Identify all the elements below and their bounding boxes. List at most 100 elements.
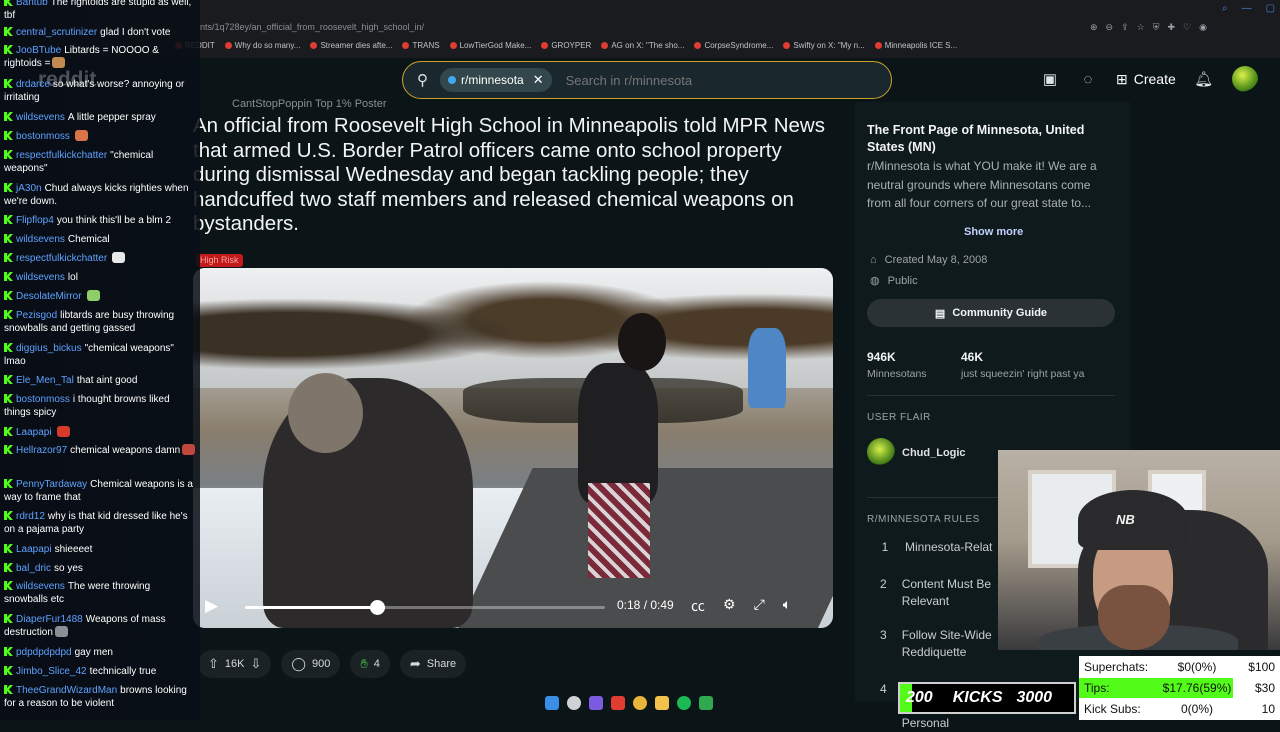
award-button[interactable]: ✋︎ 4 <box>350 650 390 678</box>
chat-username[interactable]: DiaperFur1488 <box>16 614 83 625</box>
discord-icon[interactable] <box>589 696 603 710</box>
kick-badge-icon <box>4 27 13 36</box>
folder-icon[interactable] <box>655 696 669 710</box>
visibility-text: Public <box>887 274 918 287</box>
windows-start-icon[interactable] <box>545 696 559 710</box>
captions-icon[interactable]: ㏄ <box>691 596 705 616</box>
chat-username[interactable]: Pezisgod <box>16 310 57 321</box>
bookmark-item[interactable]: LowTierGod Make... <box>449 41 531 50</box>
chat-username[interactable]: jA30n <box>16 183 42 194</box>
flair-avatar[interactable] <box>867 438 895 466</box>
chat-username[interactable]: pdpdpdpdpd <box>16 647 72 658</box>
share-label: Share <box>426 658 457 670</box>
heart-icon[interactable]: ♡ <box>1183 22 1191 33</box>
chat-username[interactable]: Ele_Men_Tal <box>16 375 74 386</box>
settings-icon[interactable]: ⚙ <box>723 596 736 616</box>
post-author[interactable]: CantStopPoppin Top 1% Poster <box>232 98 387 110</box>
upvote-icon[interactable]: ⇧ <box>208 656 219 672</box>
avatar[interactable] <box>1231 66 1258 92</box>
maximize-icon[interactable]: ▢ <box>1266 3 1275 14</box>
flair-name[interactable]: Chud_Logic <box>902 447 966 459</box>
xbox-icon[interactable] <box>699 696 713 710</box>
play-icon[interactable]: ▶ <box>205 596 218 616</box>
goal-label: KICKS <box>952 689 1003 706</box>
chat-username[interactable]: Laapapi <box>16 427 52 438</box>
minimize-icon[interactable]: — <box>1242 3 1252 14</box>
search-bar[interactable]: ⚲ r/minnesota ✕ <box>402 61 892 99</box>
chat-username[interactable]: JooBTube <box>16 45 61 56</box>
video-player[interactable] <box>193 268 833 628</box>
chat-username[interactable]: respectfulkickchatter <box>16 253 107 264</box>
close-icon[interactable]: ✕ <box>533 72 544 88</box>
downvote-icon[interactable]: ⇩ <box>250 656 261 672</box>
volume-icon[interactable]: 🔈︎ <box>783 596 791 616</box>
bookmark-item[interactable]: Streamer dies afte... <box>310 41 392 50</box>
share-icon[interactable]: ⇪ <box>1121 22 1129 33</box>
bookmark-item[interactable]: TRANS <box>402 41 440 50</box>
chat-message: Hellrazor97 chemical weapons damn <box>4 444 196 457</box>
chat-username[interactable]: Hellrazor97 <box>16 445 67 456</box>
shield-icon[interactable]: ⛨ <box>1153 22 1160 33</box>
puzzle-icon[interactable]: ✚ <box>1167 22 1175 33</box>
chat-username[interactable]: Bantub <box>16 0 48 8</box>
chat-username[interactable]: bostonmoss <box>16 394 70 405</box>
bookmark-item[interactable]: AG on X: "The sho... <box>601 41 684 50</box>
fullscreen-icon[interactable]: ⤢ <box>754 596 765 616</box>
create-button[interactable]: ⊞ Create <box>1116 71 1176 88</box>
community-guide-button[interactable]: ▤ Community Guide <box>867 299 1115 327</box>
rule-item[interactable]: 1 Minnesota-Relat <box>880 539 995 556</box>
subreddit-chip[interactable]: r/minnesota ✕ <box>440 68 552 92</box>
chat-icon[interactable]: ◌ <box>1078 69 1098 89</box>
bookmark-item[interactable]: Why do so many... <box>224 41 300 50</box>
kicks-goal-bar: 200 KICKS 3000 <box>898 682 1076 714</box>
chat-username[interactable]: Laapapi <box>16 544 52 555</box>
rule-item[interactable]: 2 Content Must Be Relevant <box>880 576 995 610</box>
zoom-icon[interactable]: ⊕ <box>1090 22 1098 33</box>
chat-username[interactable]: TheeGrandWizardMan <box>16 685 117 696</box>
chat-username[interactable]: PennyTardaway <box>16 479 87 490</box>
rules-heading: R/MINNESOTA RULES <box>867 514 980 525</box>
spotify-icon[interactable] <box>677 696 691 710</box>
app-icon[interactable] <box>611 696 625 710</box>
progress-bar[interactable] <box>245 600 605 615</box>
chat-username[interactable]: bal_dric <box>16 563 51 574</box>
chat-username[interactable]: diggius_bickus <box>16 343 82 354</box>
search-input[interactable] <box>563 71 868 89</box>
chat-username[interactable]: DesolateMirror <box>16 291 82 302</box>
profile-icon[interactable]: ◉ <box>1199 22 1207 33</box>
progress-thumb[interactable] <box>370 600 386 615</box>
bookmark-item[interactable]: Swifty on X: "My n... <box>783 41 865 50</box>
tip-row: Superchats: $0(0%) $100 <box>1079 657 1280 677</box>
chat-username[interactable]: central_scrutinizer <box>16 27 97 38</box>
vote-count: 16K <box>224 658 245 670</box>
address-bar[interactable]: nts/1q728ey/an_official_from_roosevelt_h… <box>200 22 1080 36</box>
chat-username[interactable]: wildsevens <box>16 272 65 283</box>
search-icon[interactable] <box>567 696 581 710</box>
advertise-icon[interactable]: ▣ <box>1040 69 1060 89</box>
chat-username[interactable]: Flipflop4 <box>16 215 54 226</box>
star-icon[interactable]: ☆ <box>1137 22 1145 33</box>
emote-icon <box>182 444 196 455</box>
chat-username[interactable]: Jimbo_Slice_42 <box>16 666 87 677</box>
bookmark-item[interactable]: GROYPER <box>541 41 591 50</box>
chat-username[interactable]: rdrd12 <box>16 511 45 522</box>
search-icon[interactable]: ⌕ <box>1222 3 1228 14</box>
chat-username[interactable]: bostonmoss <box>16 131 70 142</box>
chrome-icon[interactable] <box>633 696 647 710</box>
comments-button[interactable]: ◯ 900 <box>281 650 341 678</box>
chat-username[interactable]: wildsevens <box>16 234 65 245</box>
chat-username[interactable]: wildsevens <box>16 112 65 123</box>
cake-icon: ⌂ <box>870 254 877 266</box>
chat-username[interactable]: respectfulkickchatter <box>16 150 107 161</box>
bookmark-item[interactable]: Minneapolis ICE S... <box>874 41 957 50</box>
chat-message: Ele_Men_Tal that aint good <box>4 374 196 387</box>
chat-username[interactable]: wildsevens <box>16 581 65 592</box>
show-more-button[interactable]: Show more <box>964 226 1023 238</box>
share-button[interactable]: ➦ Share <box>399 650 467 678</box>
rule-item[interactable]: 3 Follow Site-Wide Reddiquette <box>880 627 995 661</box>
bookmark-item[interactable]: CorpseSyndrome... <box>694 41 773 50</box>
bell-icon[interactable]: 🔔︎ <box>1194 69 1214 89</box>
window-controls: ⌕ — ▢ ✕ <box>1222 3 1280 14</box>
chat-username[interactable]: drdarce <box>16 79 50 90</box>
translate-icon[interactable]: ⊖ <box>1106 22 1114 33</box>
